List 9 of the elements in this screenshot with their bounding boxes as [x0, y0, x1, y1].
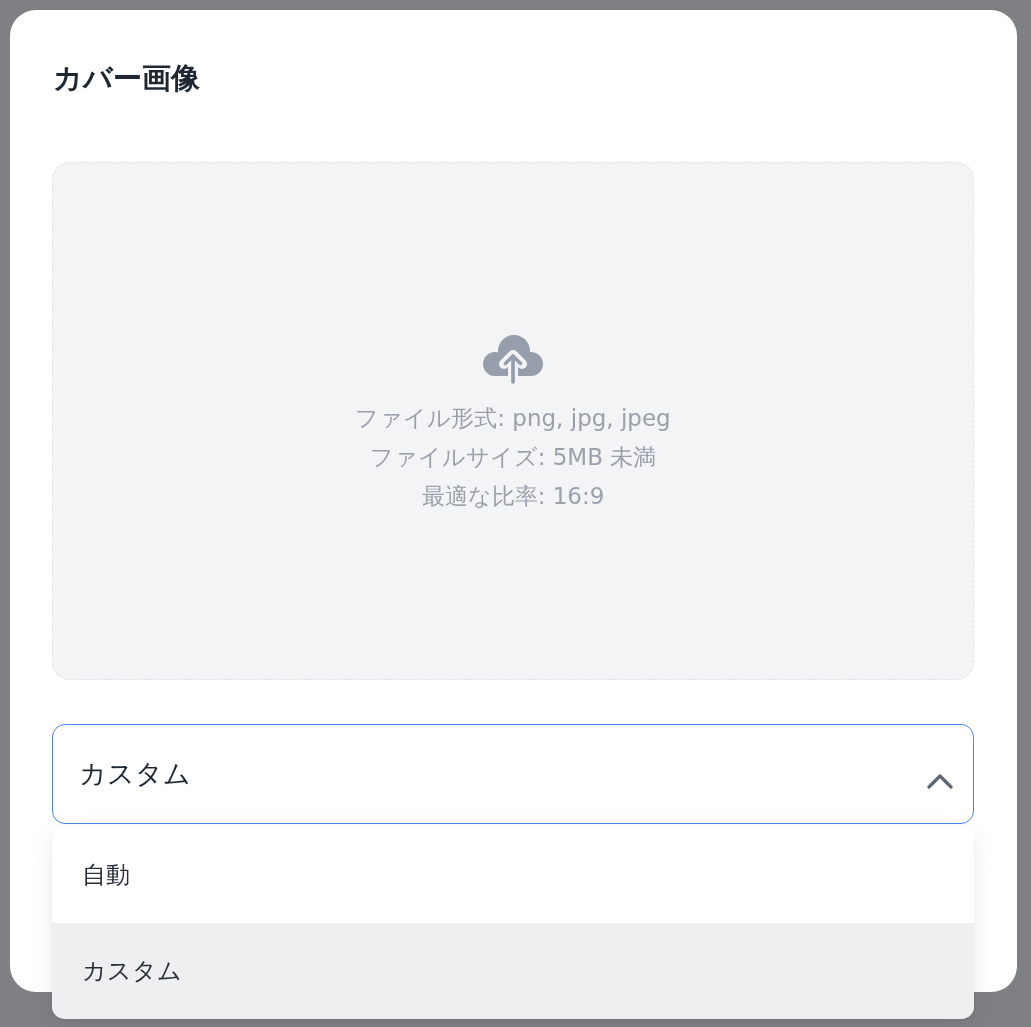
select-field[interactable]: カスタム [52, 724, 974, 824]
upload-hint-text: ファイルサイズ: 5MB 未満 [369, 442, 657, 472]
dropdown-option[interactable]: 自動 [52, 827, 974, 923]
upload-hint-text: ファイル形式: png, jpg, jpeg [355, 403, 671, 433]
upload-hint-text: 最適な比率: 16:9 [421, 481, 605, 511]
dialog-title: カバー画像 [53, 60, 201, 96]
chevron-up-icon [927, 773, 953, 789]
dropdown-option[interactable]: カスタム [52, 923, 974, 1019]
cloud-upload-icon [483, 332, 543, 385]
